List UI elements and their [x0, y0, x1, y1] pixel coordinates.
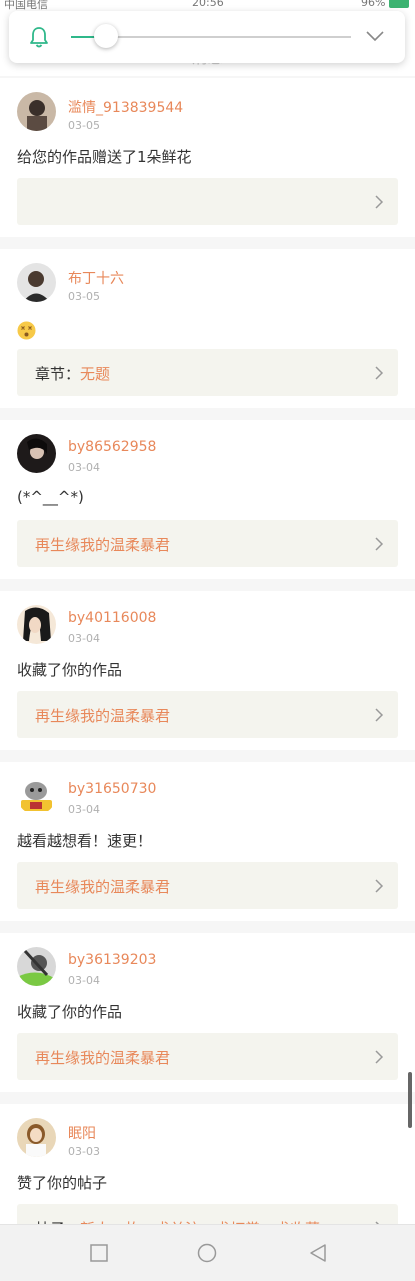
notification-date: 03-03 — [68, 1145, 100, 1158]
notification-content: (*^__^*) — [17, 488, 84, 506]
reference-text: 再生缘我的温柔暴君 — [35, 534, 170, 555]
notification-item: by86562958 03-04 (*^__^*) 再生缘我的温柔暴君 — [0, 420, 415, 579]
reference-title: 再生缘我的温柔暴君 — [35, 536, 171, 554]
notification-date: 03-04 — [68, 632, 100, 645]
bell-icon[interactable] — [29, 26, 49, 48]
reference-text: 再生缘我的温柔暴君 — [35, 876, 170, 897]
reference-title: 无题 — [80, 365, 111, 383]
user-name[interactable]: by86562958 — [68, 439, 156, 455]
battery-percent: 96% — [361, 0, 386, 9]
notification-list: 滥情_913839544 03-05 给您的作品赠送了1朵鲜花 布丁十六 03-… — [0, 78, 415, 1275]
avatar[interactable] — [17, 947, 56, 986]
chevron-right-icon — [375, 708, 384, 722]
clock: 20:56 — [192, 0, 224, 9]
notification-item: 布丁十六 03-05 章节：无题 — [0, 249, 415, 408]
avatar[interactable] — [17, 434, 56, 473]
chevron-right-icon — [375, 537, 384, 551]
notification-date: 03-04 — [68, 461, 100, 474]
notification-date: 03-04 — [68, 974, 100, 987]
notification-content: 给您的作品赠送了1朵鲜花 — [17, 148, 192, 166]
chevron-right-icon — [375, 195, 384, 209]
user-name[interactable]: 滥情_913839544 — [68, 97, 183, 117]
battery-icon — [389, 0, 409, 8]
volume-slider-thumb[interactable] — [94, 24, 118, 48]
reference-link[interactable]: 再生缘我的温柔暴君 — [17, 520, 398, 567]
notification-item: by36139203 03-04 收藏了你的作品 再生缘我的温柔暴君 — [0, 933, 415, 1092]
chevron-right-icon — [375, 1050, 384, 1064]
reference-title: 再生缘我的温柔暴君 — [35, 707, 171, 725]
notification-content: 赞了你的帖子 — [17, 1174, 108, 1192]
notification-content: 越看越想看！速更！ — [17, 832, 153, 850]
battery-indicator: 96% — [361, 0, 409, 9]
scrollbar[interactable] — [408, 1072, 412, 1128]
user-name[interactable]: by31650730 — [68, 781, 156, 797]
avatar[interactable] — [17, 1118, 56, 1157]
reference-link[interactable]: 再生缘我的温柔暴君 — [17, 862, 398, 909]
back-icon[interactable] — [308, 1243, 328, 1263]
reference-text: 章节：无题 — [35, 363, 110, 384]
user-name[interactable]: 眠阳 — [68, 1123, 96, 1143]
volume-panel — [9, 11, 405, 63]
chevron-right-icon — [375, 879, 384, 893]
notification-date: 03-05 — [68, 119, 100, 132]
reference-text: 再生缘我的温柔暴君 — [35, 705, 170, 726]
notification-item: by31650730 03-04 越看越想看！速更！ 再生缘我的温柔暴君 — [0, 762, 415, 921]
reference-title: 再生缘我的温柔暴君 — [35, 878, 171, 896]
user-name[interactable]: by40116008 — [68, 610, 156, 626]
reference-link[interactable]: 章节：无题 — [17, 349, 398, 396]
avatar[interactable] — [17, 605, 56, 644]
avatar[interactable] — [17, 92, 56, 131]
reference-link[interactable] — [17, 178, 398, 225]
reference-prefix: 章节： — [35, 365, 81, 383]
user-name[interactable]: 布丁十六 — [68, 268, 124, 288]
avatar[interactable] — [17, 263, 56, 302]
avatar[interactable] — [17, 776, 56, 815]
chevron-down-icon[interactable] — [365, 29, 385, 43]
notification-content: 收藏了你的作品 — [17, 661, 123, 679]
notification-date: 03-04 — [68, 803, 100, 816]
chevron-right-icon — [375, 366, 384, 380]
notification-item: 滥情_913839544 03-05 给您的作品赠送了1朵鲜花 — [0, 78, 415, 237]
dizzy-face-emoji-icon — [17, 321, 36, 340]
system-nav-bar — [0, 1224, 415, 1281]
notification-date: 03-05 — [68, 290, 100, 303]
home-icon[interactable] — [197, 1243, 217, 1263]
reference-text: 再生缘我的温柔暴君 — [35, 1047, 170, 1068]
reference-link[interactable]: 再生缘我的温柔暴君 — [17, 1033, 398, 1080]
notification-content: 收藏了你的作品 — [17, 1003, 123, 1021]
user-name[interactable]: by36139203 — [68, 952, 156, 968]
reference-title: 再生缘我的温柔暴君 — [35, 1049, 171, 1067]
recent-apps-icon[interactable] — [89, 1243, 109, 1263]
reference-link[interactable]: 再生缘我的温柔暴君 — [17, 691, 398, 738]
notification-item: by40116008 03-04 收藏了你的作品 再生缘我的温柔暴君 — [0, 591, 415, 750]
